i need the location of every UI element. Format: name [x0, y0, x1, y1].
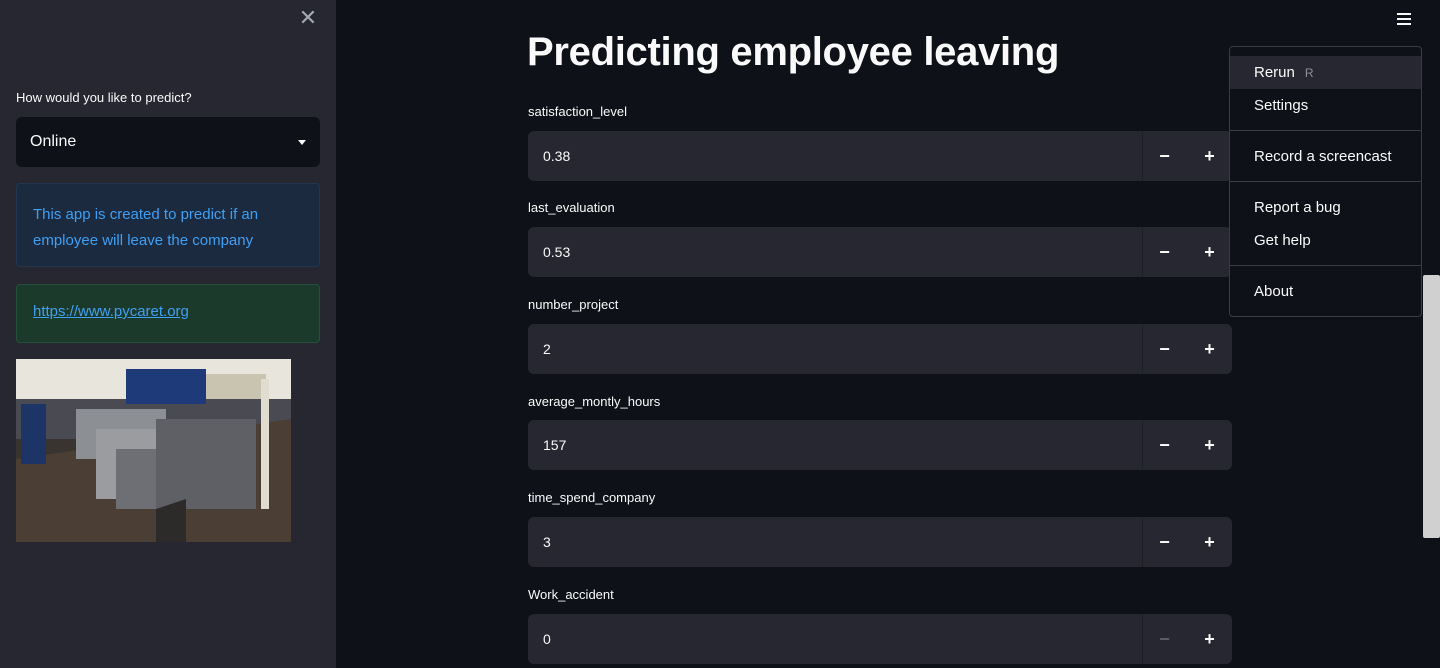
predict-mode-label: How would you like to predict?	[16, 90, 192, 105]
menu-item-get-help[interactable]: Get help	[1230, 224, 1421, 257]
divider	[1142, 420, 1143, 470]
menu-bar	[1397, 13, 1411, 15]
caret-down-icon	[298, 139, 306, 145]
input-number-project[interactable]: 2 − +	[528, 324, 1232, 374]
field-label-work-accident: Work_accident	[528, 587, 614, 602]
divider	[1142, 324, 1143, 374]
increment-button[interactable]: +	[1187, 517, 1232, 567]
menu-item-rerun[interactable]: Rerun R	[1230, 56, 1421, 89]
input-value[interactable]: 2	[528, 341, 1142, 357]
input-value[interactable]: 0	[528, 631, 1142, 647]
decrement-button[interactable]: −	[1142, 227, 1187, 277]
field-label-last-evaluation: last_evaluation	[528, 200, 615, 215]
menu-divider	[1230, 130, 1421, 131]
decrement-button: −	[1159, 628, 1170, 649]
input-work-accident[interactable]: 0 − +	[528, 614, 1232, 664]
increment-button[interactable]: +	[1187, 131, 1232, 181]
increment-button[interactable]: +	[1187, 420, 1232, 470]
pycaret-link[interactable]: https://www.pycaret.org	[33, 303, 189, 320]
menu-item-record-screencast[interactable]: Record a screencast	[1230, 140, 1421, 173]
field-label-average-montly-hours: average_montly_hours	[528, 394, 661, 409]
input-value[interactable]: 3	[528, 534, 1142, 550]
menu-bar	[1397, 18, 1411, 20]
divider	[1142, 614, 1143, 664]
menu-divider	[1230, 265, 1421, 266]
shortcut-label: R	[1304, 66, 1314, 80]
input-average-montly-hours[interactable]: 157 − +	[528, 420, 1232, 470]
hamburger-menu-icon[interactable]	[1394, 10, 1414, 30]
input-time-spend-company[interactable]: 3 − +	[528, 517, 1232, 567]
menu-divider	[1230, 181, 1421, 182]
field-label-time-spend-company: time_spend_company	[528, 490, 656, 505]
input-value[interactable]: 157	[528, 437, 1142, 453]
increment-button[interactable]: +	[1187, 614, 1232, 664]
close-sidebar-icon[interactable]: ✕	[296, 6, 320, 30]
input-satisfaction-level[interactable]: 0.38 − +	[528, 131, 1232, 181]
input-value[interactable]: 0.38	[528, 148, 1142, 164]
field-label-number-project: number_project	[528, 297, 619, 312]
menu-item-report-bug[interactable]: Report a bug	[1230, 191, 1421, 224]
menu-item-label: Rerun	[1254, 64, 1295, 81]
office-cubicles-image	[16, 359, 291, 542]
increment-button[interactable]: +	[1187, 324, 1232, 374]
divider	[1142, 517, 1143, 567]
decrement-button[interactable]: −	[1142, 517, 1187, 567]
increment-button[interactable]: +	[1187, 227, 1232, 277]
decrement-button[interactable]: −	[1142, 420, 1187, 470]
menu-bar	[1397, 23, 1411, 25]
info-box: This app is created to predict if an emp…	[16, 183, 320, 267]
menu-item-about[interactable]: About	[1230, 275, 1421, 308]
page-title: Predicting employee leaving	[527, 30, 1060, 74]
menu-item-settings[interactable]: Settings	[1230, 89, 1421, 122]
scrollbar-thumb[interactable]	[1423, 275, 1440, 538]
predict-mode-value: Online	[30, 133, 77, 150]
input-last-evaluation[interactable]: 0.53 − +	[528, 227, 1232, 277]
link-box: https://www.pycaret.org	[16, 284, 320, 343]
decrement-button[interactable]: −	[1142, 324, 1187, 374]
decrement-button[interactable]: −	[1142, 131, 1187, 181]
field-label-satisfaction-level: satisfaction_level	[528, 104, 627, 119]
input-value[interactable]: 0.53	[528, 244, 1142, 260]
divider	[1142, 227, 1143, 277]
sidebar: ✕ How would you like to predict? Online …	[0, 0, 336, 668]
app-menu: Rerun R Settings Record a screencast Repo…	[1229, 46, 1422, 317]
predict-mode-select[interactable]: Online	[16, 117, 320, 167]
divider	[1142, 131, 1143, 181]
